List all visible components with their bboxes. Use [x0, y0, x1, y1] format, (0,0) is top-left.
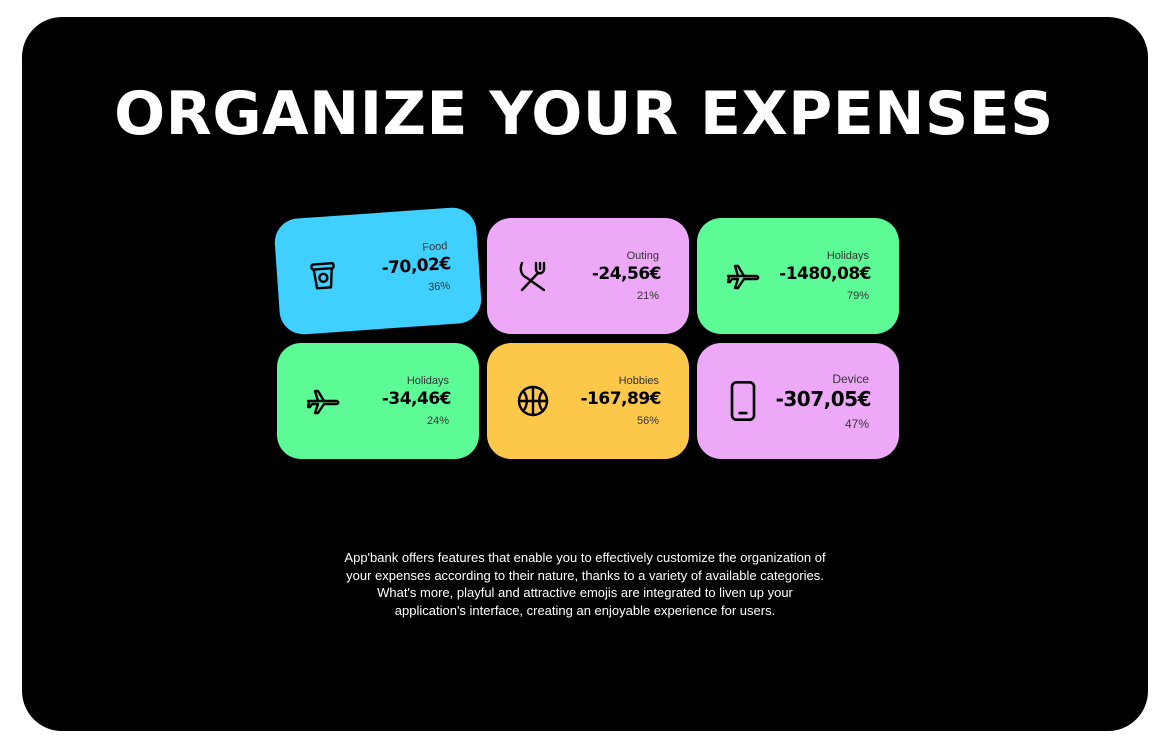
fork-knife-icon — [513, 256, 553, 296]
page-title: ORGANIZE YOUR EXPENSES — [114, 79, 1054, 149]
category-label: Holidays — [406, 375, 449, 387]
category-label: Holidays — [826, 250, 869, 262]
smartphone-icon — [721, 379, 765, 423]
description-text: App'bank offers features that enable you… — [344, 550, 826, 618]
category-label: Device — [832, 372, 869, 386]
expense-percent: 47% — [844, 417, 869, 431]
expense-card-device[interactable]: Device -307,05€ 47% — [697, 343, 899, 459]
expense-card-holidays[interactable]: Holidays -1480,08€ 79% — [697, 218, 899, 334]
basketball-icon — [513, 381, 553, 421]
expense-amount: -167,89€ — [580, 389, 662, 409]
expense-percent: 36% — [427, 280, 451, 294]
expense-card-hobbies[interactable]: Hobbies -167,89€ 56% — [487, 343, 689, 459]
expense-amount: -1480,08€ — [779, 264, 871, 284]
category-label: Outing — [626, 250, 659, 262]
expense-percent: 21% — [636, 290, 659, 302]
expense-percent: 56% — [636, 415, 659, 427]
expense-card-holidays-2[interactable]: Holidays -34,46€ 24% — [277, 343, 479, 459]
expense-percent: 24% — [426, 415, 449, 427]
expense-card-food[interactable]: Food -70,02€ 36% — [273, 206, 483, 336]
coffee-cup-icon — [302, 253, 345, 296]
expense-amount: -70,02€ — [380, 253, 452, 279]
expense-amount: -34,46€ — [381, 389, 452, 409]
expense-card-outing[interactable]: Outing -24,56€ 21% — [487, 218, 689, 334]
airplane-icon — [303, 381, 343, 421]
expense-percent: 79% — [846, 290, 869, 302]
category-label: Food — [421, 240, 448, 254]
category-label: Hobbies — [618, 375, 659, 387]
expense-amount: -24,56€ — [591, 264, 662, 284]
expense-amount: -307,05€ — [775, 387, 872, 411]
airplane-icon — [723, 256, 763, 296]
